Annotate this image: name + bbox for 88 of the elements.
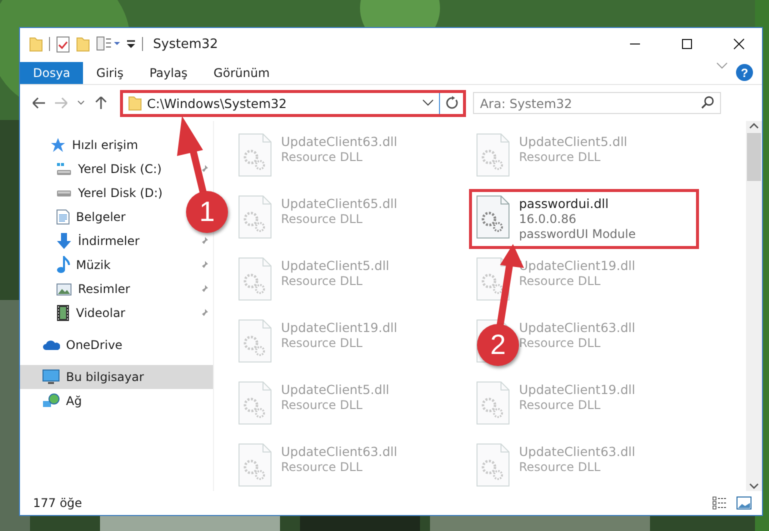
file-type: Resource DLL (519, 336, 602, 350)
dll-file-icon (238, 443, 272, 487)
dll-file-icon (476, 195, 510, 239)
nav-item[interactable]: Müzik (20, 253, 117, 277)
file-type: Resource DLL (281, 336, 364, 350)
dll-file-icon (238, 195, 272, 239)
dll-file-icon (238, 133, 272, 177)
forward-icon (54, 96, 68, 110)
dll-file-icon (476, 381, 510, 425)
file-type: Resource DLL (281, 398, 364, 412)
window-title: System32 (153, 36, 220, 52)
network-icon (42, 393, 60, 409)
file-name: UpdateClient19.dll (519, 258, 636, 273)
film-icon (56, 304, 70, 322)
folder-icon (76, 36, 90, 52)
item-count: 177 öğe (33, 496, 84, 510)
cloud-icon (42, 339, 60, 351)
music-note-icon (56, 256, 70, 274)
file-name: UpdateClient19.dll (519, 382, 636, 397)
up-icon (94, 96, 108, 110)
dll-file-icon (476, 257, 510, 301)
folder-icon (128, 95, 142, 111)
file-type: Resource DLL (281, 150, 364, 164)
file-type: Resource DLL (519, 274, 602, 288)
checklist-icon[interactable] (56, 36, 70, 52)
ribbon-tab[interactable]: Paylaş (136, 62, 201, 84)
file-name: passwordui.dll (519, 196, 610, 211)
help-button[interactable]: ? (736, 64, 753, 81)
nav-item[interactable]: Bu bilgisayar (20, 365, 213, 389)
monitor-icon (42, 369, 60, 385)
ribbon-tab[interactable]: Görünüm (200, 62, 283, 84)
nav-item[interactable]: Yerel Disk (D:) (20, 181, 169, 205)
file-name: UpdateClient65.dll (281, 196, 398, 211)
dropdown-icon[interactable] (126, 39, 136, 49)
dll-file-icon (238, 257, 272, 301)
file-type: Resource DLL (281, 274, 364, 288)
dll-file-icon (476, 133, 510, 177)
nav-item[interactable]: İndirmeler (20, 229, 146, 253)
file-name: UpdateClient5.dll (519, 134, 628, 149)
refresh-icon[interactable] (445, 96, 459, 110)
file-type: Resource DLL (519, 150, 602, 164)
nav-item[interactable]: Resimler (20, 277, 136, 301)
chevron-down-icon[interactable] (422, 99, 434, 107)
back-icon (32, 96, 46, 110)
nav-item[interactable]: OneDrive (20, 333, 128, 357)
file-name: UpdateClient5.dll (281, 382, 390, 397)
dll-file-icon (238, 381, 272, 425)
details-view-icon[interactable] (712, 496, 728, 510)
file-version: 16.0.0.86 (519, 212, 578, 226)
file-name: UpdateClient19.dll (281, 320, 398, 335)
nav-item[interactable]: Yerel Disk (C:) (20, 157, 168, 181)
dll-file-icon (238, 319, 272, 363)
scrollbar-thumb[interactable] (747, 133, 761, 181)
maximize-icon (681, 38, 693, 50)
download-arrow-icon (56, 232, 72, 250)
file-type: Resource DLL (281, 212, 364, 226)
close-icon (733, 38, 745, 50)
file-name: UpdateClient63.dll (281, 134, 398, 149)
picture-icon (56, 282, 72, 296)
file-item[interactable]: passwordui.dll 16.0.0.86 passwordUI Module (469, 189, 699, 249)
file-name: UpdateClient63.dll (519, 320, 636, 335)
file-name: UpdateClient5.dll (281, 258, 390, 273)
address-bar[interactable]: C:\Windows\System32 (120, 90, 466, 116)
search-icon (701, 96, 714, 109)
nav-item[interactable]: Ağ (20, 389, 88, 413)
file-type: Resource DLL (519, 460, 602, 474)
nav-item[interactable]: Videolar (20, 301, 132, 325)
folder-icon (29, 36, 43, 52)
document-icon (56, 209, 70, 225)
nav-item[interactable]: Hızlı erişim (20, 133, 144, 157)
dll-file-icon (476, 443, 510, 487)
scroll-down-icon[interactable] (749, 481, 759, 491)
drive-icon (56, 190, 72, 196)
file-type: Resource DLL (519, 398, 602, 412)
file-type: passwordUI Module (519, 227, 636, 241)
properties-icon[interactable] (96, 36, 120, 52)
search-field[interactable]: Ara: System32 (473, 92, 721, 114)
file-name: UpdateClient63.dll (281, 444, 398, 459)
file-name: UpdateClient63.dll (519, 444, 636, 459)
drive-icon (56, 162, 72, 176)
ribbon-tab[interactable]: Giriş (83, 62, 136, 84)
file-type: Resource DLL (281, 460, 364, 474)
star-icon (50, 137, 66, 153)
ribbon-tab[interactable]: Dosya (20, 62, 84, 84)
tiles-view-icon[interactable] (736, 496, 752, 510)
nav-item[interactable]: Belgeler (20, 205, 132, 229)
scrollbar[interactable] (746, 121, 762, 491)
scroll-up-icon[interactable] (749, 121, 759, 131)
